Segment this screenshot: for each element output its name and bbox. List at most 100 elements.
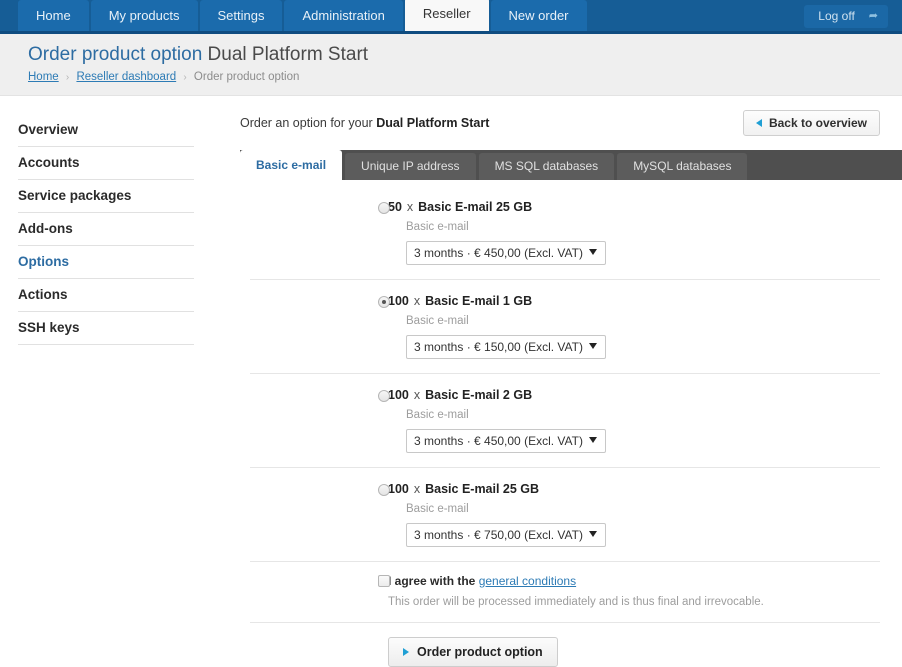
option-multiplier: x — [406, 200, 414, 214]
agree-checkbox[interactable] — [378, 575, 390, 587]
log-off-label: Log off — [818, 9, 855, 23]
option-title: 100 x Basic E-mail 25 GB — [388, 482, 880, 497]
general-conditions-link[interactable]: general conditions — [479, 574, 576, 588]
chevron-down-icon — [589, 249, 597, 255]
term-select-2[interactable]: 3 months · € 150,00 (Excl. VAT) — [406, 335, 606, 359]
option-row: 100 x Basic E-mail 25 GB Basic e-mail 3 mo… — [250, 468, 880, 562]
agreement-note: This order will be processed immediately… — [388, 596, 764, 608]
chevron-down-icon — [589, 343, 597, 349]
option-name: Basic E-mail 25 GB — [425, 482, 540, 496]
option-name: Basic E-mail 2 GB — [425, 388, 533, 402]
main-content: Order an option for your Dual Platform S… — [240, 96, 902, 667]
page-header: Order product option Dual Platform Start… — [0, 34, 902, 96]
top-nav-items: Home My products Settings Administration… — [18, 0, 589, 31]
breadcrumb-separator-2: › — [183, 72, 187, 83]
page-layout: Overview Accounts Service packages Add-o… — [0, 96, 902, 667]
order-product-option-button[interactable]: Order product option — [388, 637, 558, 667]
option-name: Basic E-mail 1 GB — [425, 294, 533, 308]
term-select-1[interactable]: 3 months · € 450,00 (Excl. VAT) — [406, 241, 606, 265]
sidebar-item-overview[interactable]: Overview — [18, 114, 194, 147]
triangle-right-icon — [403, 648, 409, 656]
option-radio-basic-email-25gb-50[interactable] — [378, 202, 390, 214]
content-header: Order an option for your Dual Platform S… — [240, 110, 902, 136]
arrow-right-icon: ➦ — [868, 10, 878, 22]
term-select-value: 3 months · € 450,00 (Excl. VAT) — [414, 246, 583, 260]
option-multiplier: x — [413, 388, 421, 402]
term-select-3[interactable]: 3 months · € 450,00 (Excl. VAT) — [406, 429, 606, 453]
option-radio-basic-email-25gb-100[interactable] — [378, 484, 390, 496]
breadcrumb: Home › Reseller dashboard › Order produc… — [28, 71, 902, 83]
agreement-content: I agree with the general conditions This… — [250, 574, 880, 608]
back-to-overview-label: Back to overview — [768, 116, 867, 130]
option-category: Basic e-mail — [406, 409, 469, 421]
option-row: 100 x Basic E-mail 1 GB Basic e-mail 3 mon… — [250, 280, 880, 374]
option-quantity: 100 — [388, 294, 409, 308]
agreement-row: I agree with the general conditions This… — [250, 562, 880, 623]
option-multiplier: x — [413, 482, 421, 496]
nav-item-settings[interactable]: Settings — [199, 0, 283, 31]
order-lead-prefix: Order an option for your — [240, 116, 377, 130]
top-navigation-bar: Home My products Settings Administration… — [0, 0, 902, 34]
option-content: 100 x Basic E-mail 1 GB Basic e-mail 3 mon… — [250, 294, 880, 359]
term-select-value: 3 months · € 750,00 (Excl. VAT) — [414, 528, 583, 542]
sidebar-item-add-ons[interactable]: Add-ons — [18, 213, 194, 246]
nav-item-home[interactable]: Home — [18, 0, 89, 31]
option-radio-basic-email-2gb-100[interactable] — [378, 390, 390, 402]
term-select-value: 3 months · € 450,00 (Excl. VAT) — [414, 434, 583, 448]
page-title: Order product option Dual Platform Start — [28, 42, 902, 68]
breadcrumb-home[interactable]: Home — [28, 71, 59, 83]
order-product-option-label: Order product option — [417, 645, 543, 659]
nav-item-new-order[interactable]: New order — [490, 0, 587, 31]
agree-label: I agree with the general conditions — [388, 574, 880, 588]
nav-item-my-products[interactable]: My products — [90, 0, 198, 31]
agree-label-prefix: I agree with the — [388, 574, 479, 588]
term-select-4[interactable]: 3 months · € 750,00 (Excl. VAT) — [406, 523, 606, 547]
tab-mysql-databases[interactable]: MySQL databases — [617, 153, 748, 180]
page-title-secondary: Dual Platform Start — [207, 44, 369, 65]
option-content: 50 x Basic E-mail 25 GB Basic e-mail 3 mon… — [250, 200, 880, 265]
option-name: Basic E-mail 25 GB — [418, 200, 533, 214]
option-multiplier: x — [413, 294, 421, 308]
term-select-value: 3 months · € 150,00 (Excl. VAT) — [414, 340, 583, 354]
option-radio-basic-email-1gb-100[interactable] — [378, 296, 390, 308]
sidebar-item-service-packages[interactable]: Service packages — [18, 180, 194, 213]
tab-unique-ip-address[interactable]: Unique IP address — [345, 153, 476, 180]
sidebar-item-accounts[interactable]: Accounts — [18, 147, 194, 180]
breadcrumb-current: Order product option — [193, 71, 300, 83]
option-category: Basic e-mail — [406, 221, 469, 233]
nav-item-reseller[interactable]: Reseller — [404, 0, 489, 31]
sidebar-item-options[interactable]: Options — [18, 246, 194, 279]
option-row: 50 x Basic E-mail 25 GB Basic e-mail 3 mon… — [250, 186, 880, 280]
option-content: 100 x Basic E-mail 25 GB Basic e-mail 3 mo… — [250, 482, 880, 547]
option-title: 50 x Basic E-mail 25 GB — [388, 200, 880, 215]
order-lead-text: Order an option for your Dual Platform S… — [240, 116, 489, 130]
tab-basic-email[interactable]: Basic e-mail — [240, 150, 343, 180]
sidebar: Overview Accounts Service packages Add-o… — [0, 96, 240, 637]
option-title: 100 x Basic E-mail 1 GB — [388, 294, 880, 309]
option-quantity: 100 — [388, 388, 409, 402]
option-quantity: 100 — [388, 482, 409, 496]
back-to-overview-button[interactable]: Back to overview — [742, 110, 880, 136]
option-title: 100 x Basic E-mail 2 GB — [388, 388, 880, 403]
sidebar-item-ssh-keys[interactable]: SSH keys — [18, 312, 194, 345]
breadcrumb-reseller-dashboard[interactable]: Reseller dashboard — [76, 71, 176, 83]
option-panel: 50 x Basic E-mail 25 GB Basic e-mail 3 mon… — [240, 180, 902, 667]
page-title-primary: Order product option — [28, 44, 203, 65]
option-row: 100 x Basic E-mail 2 GB Basic e-mail 3 mon… — [250, 374, 880, 468]
option-category: Basic e-mail — [406, 503, 469, 515]
log-off-button[interactable]: Log off ➦ — [804, 5, 888, 28]
option-quantity: 50 — [388, 200, 402, 214]
submit-content: Order product option — [250, 637, 902, 667]
breadcrumb-separator: › — [65, 72, 70, 83]
option-category: Basic e-mail — [406, 315, 469, 327]
order-lead-product: Dual Platform Start — [376, 116, 490, 130]
chevron-down-icon — [589, 437, 597, 443]
chevron-down-icon — [589, 531, 597, 537]
option-tabs: Basic e-mail Unique IP address MS SQL da… — [240, 150, 902, 180]
sidebar-item-actions[interactable]: Actions — [18, 279, 194, 312]
nav-item-administration[interactable]: Administration — [284, 0, 403, 31]
submit-row: Order product option — [250, 623, 902, 667]
tab-ms-sql-databases[interactable]: MS SQL databases — [478, 153, 615, 180]
option-content: 100 x Basic E-mail 2 GB Basic e-mail 3 mon… — [250, 388, 880, 453]
triangle-left-icon — [755, 119, 762, 127]
